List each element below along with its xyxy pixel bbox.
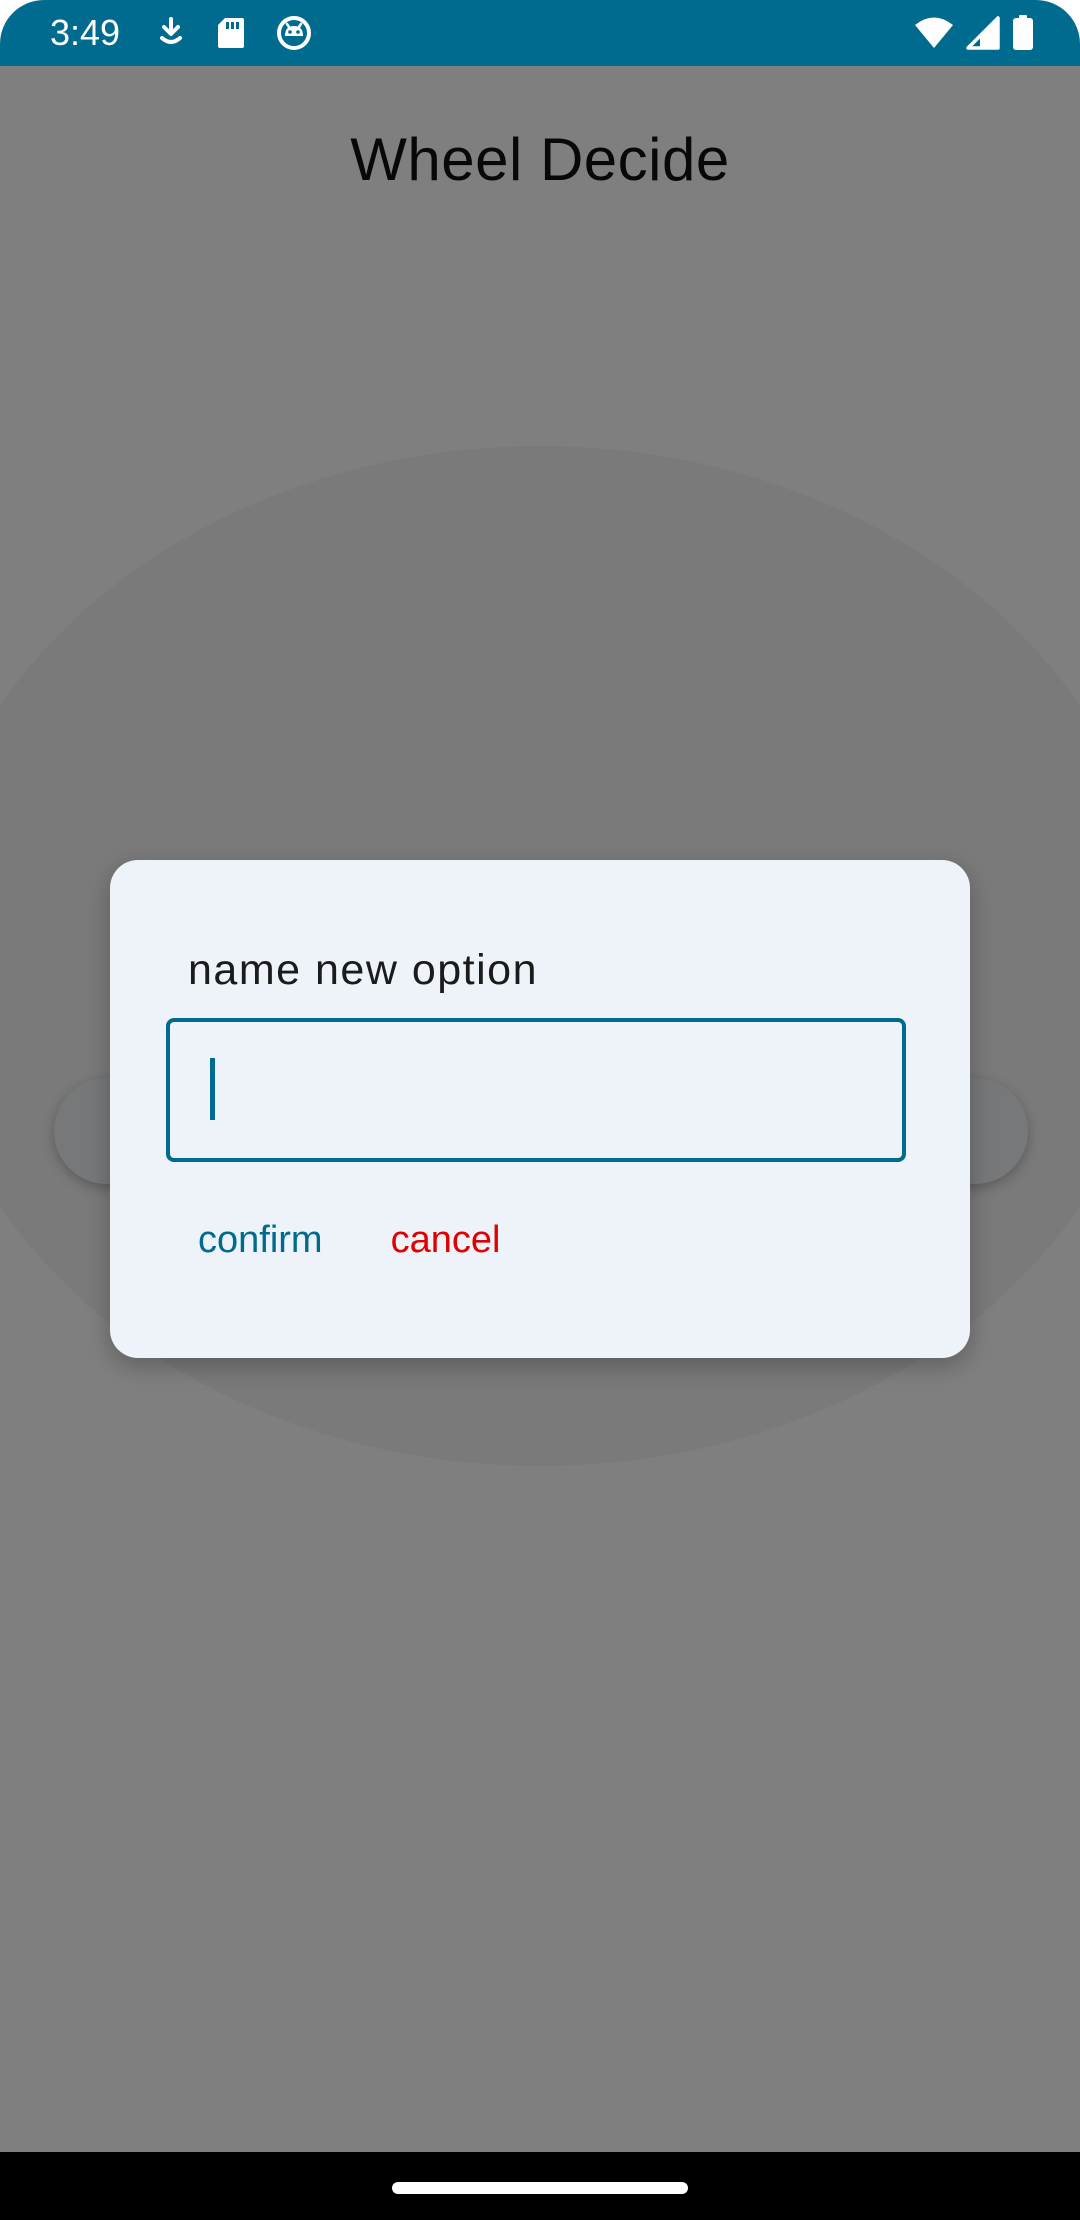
- new-option-dialog: name new option confirm cancel: [110, 860, 970, 1358]
- status-bar: 3:49: [0, 0, 1080, 66]
- battery-icon: [1012, 15, 1034, 51]
- sd-card-icon: [216, 16, 246, 50]
- cell-signal-icon: [966, 16, 1000, 50]
- dialog-actions: confirm cancel: [198, 1212, 500, 1268]
- android-debug-icon: [276, 15, 312, 51]
- screen: 3:49 name new option confirm cancel: [0, 0, 1080, 2220]
- status-right-icons: [914, 14, 1034, 52]
- wifi-icon: [914, 16, 954, 50]
- navigation-bar: [0, 2152, 1080, 2220]
- option-name-input[interactable]: [166, 1018, 906, 1162]
- status-left-icons: [156, 14, 312, 52]
- download-icon: [156, 16, 186, 50]
- status-time: 3:49: [50, 12, 121, 53]
- text-cursor: [210, 1058, 215, 1120]
- home-handle-icon[interactable]: [392, 2182, 688, 2194]
- confirm-button[interactable]: confirm: [198, 1212, 323, 1268]
- dialog-title: name new option: [188, 946, 538, 994]
- cancel-button[interactable]: cancel: [391, 1212, 501, 1268]
